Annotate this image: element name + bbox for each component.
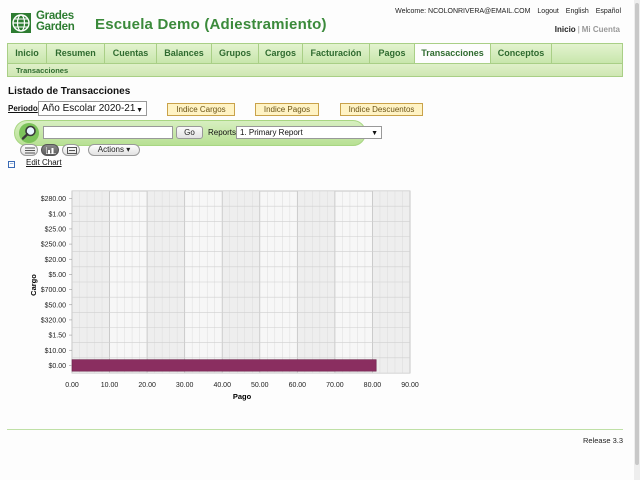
- chart-y-tick-label: $0.00: [48, 363, 66, 370]
- chart-y-tick-label: $20.00: [45, 257, 67, 264]
- vertical-scrollbar[interactable]: [634, 0, 640, 480]
- chart-y-tick-label: $250.00: [41, 242, 66, 249]
- chart-x-tick-labels: 0.00 10.00 20.00 30.00 40.00 50.00 60.00 70.00 8…: [65, 382, 419, 389]
- chart-x-tick-label: 50.00: [251, 382, 269, 389]
- chart-y-tick-label: $280.00: [41, 196, 66, 203]
- chart-bar: [71, 359, 377, 372]
- scrollbar-thumb[interactable]: [635, 3, 639, 465]
- footer-divider: [7, 429, 623, 430]
- chart-y-tick-label: $5.00: [48, 272, 66, 279]
- chart-x-tick-label: 70.00: [326, 382, 344, 389]
- chart-x-axis-label: Pago: [233, 392, 252, 401]
- chart-y-tick-labels: $0.00 $10.00 $1.50 $320.00 $50.00 $700.00 $5.0…: [41, 196, 72, 370]
- chart-y-tick-label: $25.00: [45, 226, 67, 233]
- chart-y-tick-label: $50.00: [45, 302, 67, 309]
- chart-x-tick-label: 0.00: [65, 382, 79, 389]
- chart-x-tick-label: 90.00: [401, 382, 419, 389]
- transactions-chart: $0.00 $10.00 $1.50 $320.00 $50.00 $700.00 $5.0…: [29, 190, 419, 401]
- chart-bars: [71, 359, 377, 372]
- chart-x-tick-label: 80.00: [364, 382, 382, 389]
- chart-y-tick-label: $1.50: [48, 333, 66, 340]
- chart-y-tick-label: $320.00: [41, 317, 66, 324]
- chart-x-tick-label: 60.00: [289, 382, 307, 389]
- release-version: Release 3.3: [582, 436, 623, 445]
- chart-grid: [71, 190, 411, 374]
- chart-x-tick-label: 40.00: [213, 382, 231, 389]
- chart-x-tick-label: 30.00: [176, 382, 194, 389]
- chart-x-tick-label: 10.00: [101, 382, 119, 389]
- chart-y-tick-label: $1.00: [48, 211, 66, 218]
- chart-y-axis-label: Cargo: [29, 274, 38, 296]
- chart-x-tick-label: 20.00: [138, 382, 156, 389]
- chart-y-tick-label: $700.00: [41, 287, 66, 294]
- chart-y-tick-label: $10.00: [45, 348, 67, 355]
